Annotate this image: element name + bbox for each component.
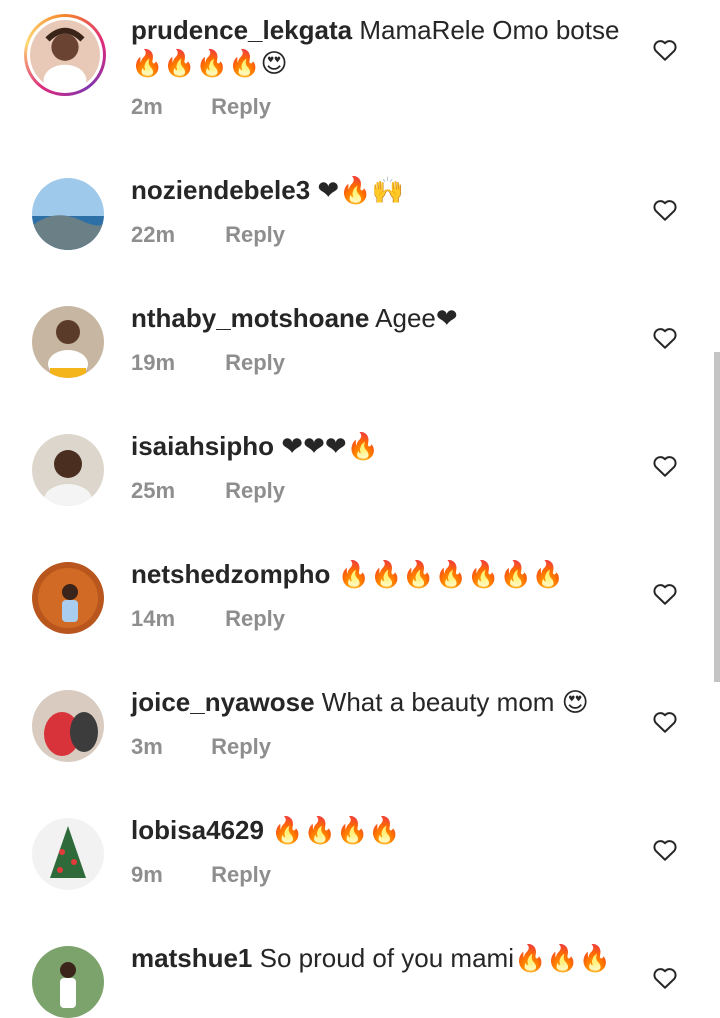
comment-time: 9m (131, 862, 163, 887)
username-link[interactable]: prudence_lekgata (131, 15, 352, 45)
username-link[interactable]: noziendebele3 (131, 175, 310, 205)
avatar[interactable] (32, 434, 104, 506)
avatar[interactable] (32, 818, 104, 890)
comment-emojis: ❤❤❤🔥 (281, 432, 380, 462)
comment-time: 3m (131, 734, 163, 759)
comment-meta: 19m Reply (131, 350, 285, 376)
scrollbar[interactable] (714, 352, 720, 682)
comment-body: MamaRele Omo botse (359, 15, 620, 45)
comment-item: netshedzompho 🔥🔥🔥🔥🔥🔥🔥 14m Reply (0, 512, 720, 640)
comment-item: noziendebele3 ❤🔥🙌 22m Reply (0, 128, 720, 256)
comment-time: 2m (131, 94, 163, 119)
reply-button[interactable]: Reply (225, 350, 285, 375)
username-link[interactable]: isaiahsipho (131, 431, 274, 461)
heart-outline-icon[interactable] (652, 198, 678, 222)
comment-body: What a beauty mom (321, 687, 555, 717)
comment-emojis: 😍 (561, 688, 589, 718)
reply-button[interactable]: Reply (211, 734, 271, 759)
comment-item: isaiahsipho ❤❤❤🔥 25m Reply (0, 384, 720, 512)
comment-emojis: ❤ (435, 304, 458, 334)
avatar[interactable] (32, 946, 104, 1018)
comment-time: 25m (131, 478, 176, 503)
comment-text: netshedzompho 🔥🔥🔥🔥🔥🔥🔥 (131, 558, 621, 592)
reply-button[interactable]: Reply (225, 222, 285, 247)
comment-meta: 2m Reply (131, 94, 271, 120)
heart-outline-icon[interactable] (652, 454, 678, 478)
heart-outline-icon[interactable] (652, 710, 678, 734)
reply-button[interactable]: Reply (225, 478, 285, 503)
comment-emojis: 🔥🔥🔥🔥 (271, 816, 401, 846)
reply-button[interactable]: Reply (225, 606, 285, 631)
comment-item: matshue1 So proud of you mami🔥🔥🔥 (0, 896, 720, 1018)
comment-body: So proud of you mami (259, 943, 514, 973)
avatar[interactable] (24, 14, 106, 96)
comment-meta: 3m Reply (131, 734, 271, 760)
avatar[interactable] (32, 690, 104, 762)
comment-time: 22m (131, 222, 176, 247)
comment-meta: 9m Reply (131, 862, 271, 888)
comment-text: prudence_lekgata MamaRele Omo botse 🔥🔥🔥🔥… (131, 14, 621, 81)
comment-body: Agee (375, 303, 436, 333)
comment-text: lobisa4629 🔥🔥🔥🔥 (131, 814, 621, 848)
comment-item: nthaby_motshoane Agee❤ 19m Reply (0, 256, 720, 384)
username-link[interactable]: netshedzompho (131, 559, 330, 589)
comment-item: prudence_lekgata MamaRele Omo botse 🔥🔥🔥🔥… (0, 0, 720, 128)
heart-outline-icon[interactable] (652, 38, 678, 62)
comment-item: lobisa4629 🔥🔥🔥🔥 9m Reply (0, 768, 720, 896)
comment-item: joice_nyawose What a beauty mom 😍 3m Rep… (0, 640, 720, 768)
comment-time: 19m (131, 350, 176, 375)
comment-time: 14m (131, 606, 176, 631)
username-link[interactable]: lobisa4629 (131, 815, 264, 845)
heart-outline-icon[interactable] (652, 582, 678, 606)
avatar[interactable] (32, 178, 104, 250)
heart-outline-icon[interactable] (652, 838, 678, 862)
comment-meta: 14m Reply (131, 606, 285, 632)
comment-meta: 25m Reply (131, 478, 285, 504)
reply-button[interactable]: Reply (211, 94, 271, 119)
username-link[interactable]: joice_nyawose (131, 687, 315, 717)
comment-text: joice_nyawose What a beauty mom 😍 (131, 686, 621, 720)
username-link[interactable]: matshue1 (131, 943, 252, 973)
comment-emojis: ❤🔥🙌 (317, 176, 404, 206)
avatar[interactable] (32, 562, 104, 634)
heart-outline-icon[interactable] (652, 326, 678, 350)
comment-text: noziendebele3 ❤🔥🙌 (131, 174, 621, 208)
comment-text: nthaby_motshoane Agee❤ (131, 302, 621, 336)
comment-emojis: 🔥🔥🔥🔥😍 (131, 49, 288, 79)
comment-text: matshue1 So proud of you mami🔥🔥🔥 (131, 942, 621, 976)
comment-text: isaiahsipho ❤❤❤🔥 (131, 430, 621, 464)
comment-meta: 22m Reply (131, 222, 285, 248)
avatar[interactable] (32, 306, 104, 378)
username-link[interactable]: nthaby_motshoane (131, 303, 369, 333)
heart-outline-icon[interactable] (652, 966, 678, 990)
comment-emojis: 🔥🔥🔥 (513, 944, 612, 974)
reply-button[interactable]: Reply (211, 862, 271, 887)
comment-emojis: 🔥🔥🔥🔥🔥🔥🔥 (337, 560, 565, 590)
